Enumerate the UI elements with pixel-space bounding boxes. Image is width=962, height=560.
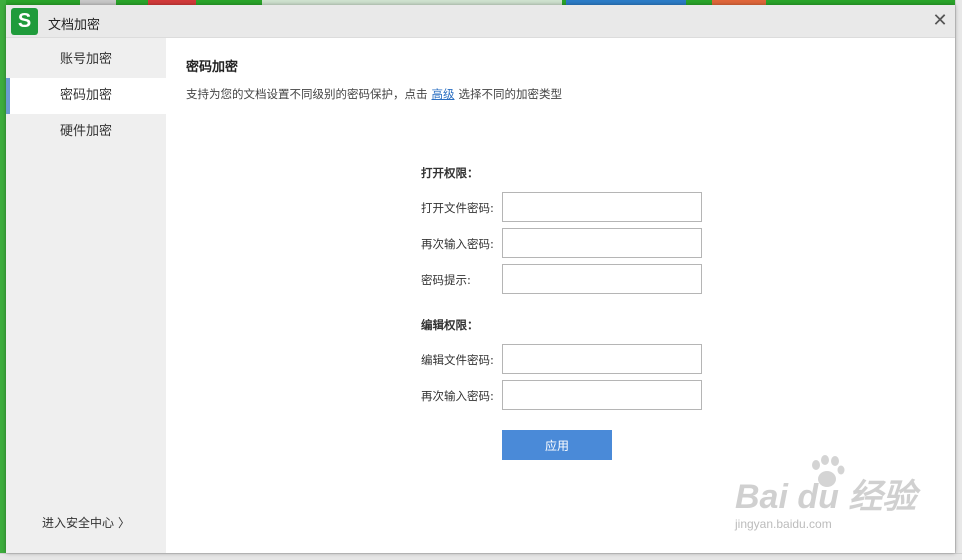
edit-repeat-password-label: 再次输入密码: <box>421 389 494 403</box>
sidebar-item-account-encryption[interactable]: 账号加密 <box>6 42 166 78</box>
baidu-jingyan-watermark: Bai du 经验 jingyan.baidu.com <box>735 455 925 540</box>
sidebar-item-hardware-encryption[interactable]: 硬件加密 <box>6 114 166 150</box>
dialog-title: 文档加密 <box>48 18 101 33</box>
sidebar: 账号加密 密码加密 硬件加密 进入安全中心〉 <box>6 38 166 553</box>
description: 支持为您的文档设置不同级别的密码保护，点击 高级 选择不同的加密类型 <box>186 86 562 102</box>
description-suffix: 选择不同的加密类型 <box>458 87 563 101</box>
edit-password-field[interactable] <box>502 344 702 374</box>
open-password-field[interactable] <box>502 192 702 222</box>
edit-password-label: 编辑文件密码: <box>421 353 494 367</box>
apply-button[interactable]: 应用 <box>502 430 612 460</box>
active-marker <box>6 78 10 114</box>
sidebar-item-label: 账号加密 <box>59 52 112 67</box>
dialog-titlebar: S 文档加密 ✕ <box>6 5 955 38</box>
open-repeat-password-field[interactable] <box>502 228 702 258</box>
open-permission-heading: 打开权限： <box>421 166 479 180</box>
background-app-scrollbar <box>955 0 962 560</box>
sidebar-item-label: 硬件加密 <box>59 124 112 139</box>
close-icon[interactable]: ✕ <box>930 11 950 31</box>
watermark-logo: Bai du 经验 <box>735 478 917 516</box>
sidebar-item-label: 密码加密 <box>59 88 112 103</box>
watermark-url: jingyan.baidu.com <box>735 517 832 531</box>
sidebar-item-password-encryption[interactable]: 密码加密 <box>6 78 166 114</box>
security-center-label: 进入安全中心 <box>42 516 115 530</box>
security-center-link[interactable]: 进入安全中心〉 <box>42 514 130 531</box>
wps-logo-icon: S <box>11 8 38 35</box>
edit-permission-heading: 编辑权限： <box>421 318 479 332</box>
open-password-label: 打开文件密码: <box>421 201 494 215</box>
description-prefix: 支持为您的文档设置不同级别的密码保护，点击 <box>186 87 428 101</box>
open-repeat-password-label: 再次输入密码: <box>421 237 494 251</box>
chevron-right-icon: 〉 <box>118 516 131 530</box>
advanced-link[interactable]: 高级 <box>432 87 455 101</box>
background-app-bottom-strip <box>0 553 962 560</box>
password-hint-label: 密码提示: <box>421 273 471 287</box>
page-title: 密码加密 <box>186 60 239 75</box>
password-hint-field[interactable] <box>502 264 702 294</box>
edit-repeat-password-field[interactable] <box>502 380 702 410</box>
